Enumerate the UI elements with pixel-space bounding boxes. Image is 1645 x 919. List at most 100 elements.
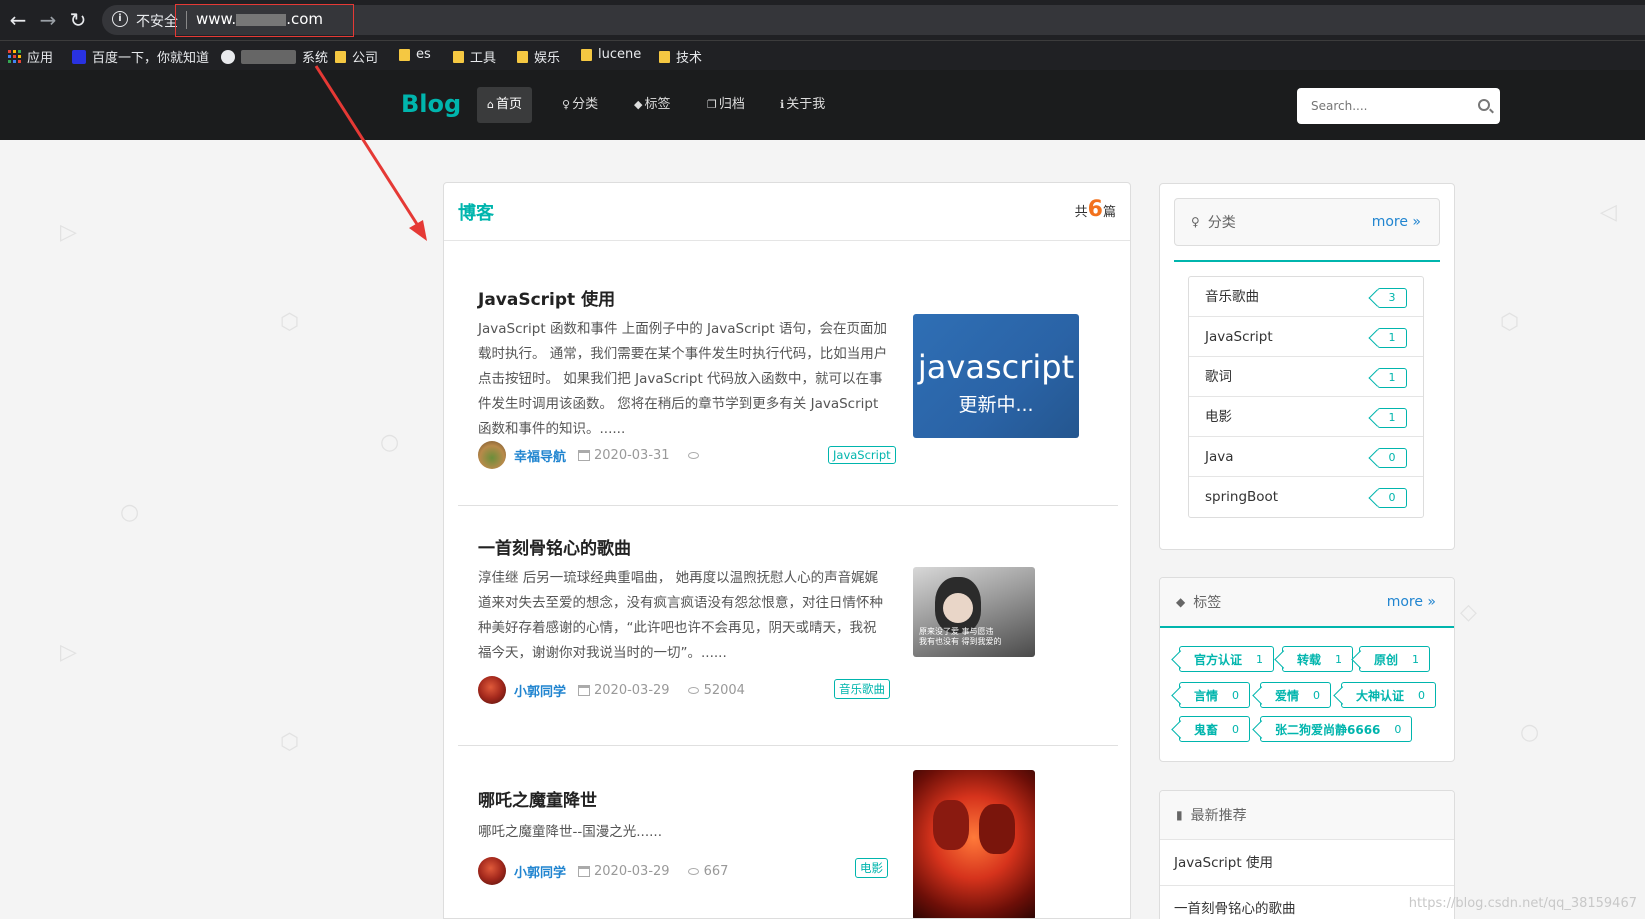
thumb-subtext: 更新中... bbox=[958, 394, 1034, 416]
post-thumbnail[interactable] bbox=[913, 770, 1035, 918]
post-tag[interactable]: 电影 bbox=[855, 858, 888, 878]
bookmark-es[interactable]: es bbox=[399, 47, 431, 62]
nav-label: 归档 bbox=[718, 97, 745, 112]
site-logo[interactable]: Blog bbox=[401, 90, 461, 118]
post-title[interactable]: JavaScript 使用 bbox=[478, 285, 615, 310]
bookmark-company[interactable]: 公司 bbox=[335, 47, 378, 66]
post-tag[interactable]: 音乐歌曲 bbox=[834, 679, 890, 699]
blog-list-header: 博客 共6篇 bbox=[444, 183, 1130, 241]
nav-tags[interactable]: ◆ 标签 bbox=[624, 87, 680, 123]
folder-icon bbox=[517, 50, 528, 63]
tag-item[interactable]: 鬼畜 0 bbox=[1179, 716, 1251, 742]
categories-header: ♀ 分类 more » bbox=[1174, 198, 1440, 246]
avatar[interactable] bbox=[478, 857, 506, 885]
tag-item[interactable]: 爱情 0 bbox=[1260, 682, 1332, 708]
post-description: 淳佳继 后另一琉球经典重唱曲， 她再度以温煦抚慰人心的声音娓娓道来对失去至爱的想… bbox=[478, 570, 883, 661]
nav-label: 首页 bbox=[495, 97, 522, 112]
eye-icon bbox=[687, 686, 699, 694]
nav-categories[interactable]: ♀ 分类 bbox=[552, 87, 608, 123]
category-count: 1 bbox=[1377, 368, 1407, 388]
home-icon: ⌂ bbox=[487, 98, 494, 111]
tag-item[interactable]: 官方认证 1 bbox=[1179, 646, 1275, 672]
post-item[interactable]: 一首刻骨铭心的歌曲 淳佳继 后另一琉球经典重唱曲， 她再度以温煦抚慰人心的声音娓… bbox=[458, 506, 1118, 746]
post-item[interactable]: 哪吒之魔童降世 哪吒之魔童降世--国漫之光...... 小郭同学 2020-03… bbox=[458, 746, 1118, 918]
bg-triangle: ◁ bbox=[1600, 200, 1617, 225]
avatar[interactable] bbox=[478, 676, 506, 704]
blog-list-panel: 博客 共6篇 JavaScript 使用 JavaScript 函数和事件 上面… bbox=[443, 182, 1131, 919]
recommend-title: 最新推荐 bbox=[1190, 808, 1247, 824]
avatar[interactable] bbox=[478, 441, 506, 469]
tag-item[interactable]: 言情 0 bbox=[1179, 682, 1251, 708]
post-author[interactable]: 小郭同学 bbox=[514, 862, 566, 881]
category-item[interactable]: 音乐歌曲 3 bbox=[1189, 277, 1423, 317]
globe-icon bbox=[221, 49, 235, 64]
search-box[interactable] bbox=[1297, 88, 1500, 124]
bg-circle: ○ bbox=[1520, 720, 1540, 745]
bookmark-system[interactable]: 系统 bbox=[221, 47, 328, 66]
post-meta: 幸福导航 2020-03-31 bbox=[478, 441, 704, 469]
info-icon[interactable]: i bbox=[112, 11, 128, 27]
bookmark-entertainment[interactable]: 娱乐 bbox=[517, 47, 560, 66]
forward-icon[interactable]: → bbox=[36, 8, 60, 32]
calendar-icon bbox=[578, 449, 591, 461]
eye-icon bbox=[687, 451, 699, 459]
tag-item[interactable]: 原创 1 bbox=[1359, 646, 1431, 672]
nav-about[interactable]: ℹ 关于我 bbox=[770, 87, 835, 123]
category-count: 1 bbox=[1377, 408, 1407, 428]
bg-circle: ○ bbox=[120, 500, 140, 525]
info-icon: ℹ bbox=[780, 98, 785, 111]
post-date: 2020-03-31 bbox=[594, 447, 670, 463]
thumb-text: javascript bbox=[917, 348, 1075, 386]
post-tag[interactable]: JavaScript bbox=[828, 446, 896, 464]
category-item[interactable]: Java 0 bbox=[1189, 437, 1423, 477]
recommend-item[interactable]: JavaScript 使用 bbox=[1160, 839, 1454, 885]
bg-triangle: ▷ bbox=[60, 220, 77, 245]
category-count: 1 bbox=[1377, 328, 1407, 348]
bg-diamond: ◇ bbox=[1460, 600, 1477, 625]
thumb-figure bbox=[979, 804, 1015, 854]
bookmark-tech[interactable]: 技术 bbox=[659, 47, 702, 66]
post-thumbnail[interactable]: javascript 更新中... bbox=[913, 314, 1079, 438]
bookmark-label: 百度一下，你就知道 bbox=[92, 51, 210, 66]
post-title[interactable]: 一首刻骨铭心的歌曲 bbox=[478, 534, 631, 559]
redacted-text bbox=[241, 49, 296, 64]
back-icon[interactable]: ← bbox=[6, 8, 30, 32]
category-item[interactable]: 电影 1 bbox=[1189, 397, 1423, 437]
post-item[interactable]: JavaScript 使用 JavaScript 函数和事件 上面例子中的 Ja… bbox=[458, 241, 1118, 506]
bookmark-baidu[interactable]: 百度一下，你就知道 bbox=[72, 47, 209, 66]
category-item[interactable]: 歌词 1 bbox=[1189, 357, 1423, 397]
bg-hexagon: ⬡ bbox=[280, 730, 300, 755]
folder-icon bbox=[581, 48, 592, 61]
tag-item[interactable]: 大神认证 0 bbox=[1341, 682, 1437, 708]
post-date: 2020-03-29 bbox=[594, 863, 670, 879]
tags-icon: ◆ bbox=[634, 98, 643, 111]
bookmark-label: 应用 bbox=[27, 51, 54, 66]
post-author[interactable]: 小郭同学 bbox=[514, 681, 566, 700]
tag-item[interactable]: 张二狗爱尚静6666 0 bbox=[1260, 716, 1413, 742]
search-input[interactable] bbox=[1297, 88, 1467, 124]
reload-icon[interactable]: ↻ bbox=[66, 8, 90, 32]
bg-hexagon: ⬡ bbox=[1500, 310, 1520, 335]
category-item[interactable]: JavaScript 1 bbox=[1189, 317, 1423, 357]
categories-more-link[interactable]: more » bbox=[1372, 214, 1421, 230]
category-count: 3 bbox=[1377, 288, 1407, 308]
post-thumbnail[interactable]: 原来没了爱 事与愿违 我有也没有 得到我爱的 bbox=[913, 567, 1035, 657]
nav-archive[interactable]: ❐ 归档 bbox=[697, 87, 755, 123]
bookmark-apps[interactable]: 应用 bbox=[8, 47, 53, 66]
search-icon[interactable] bbox=[1478, 99, 1490, 111]
tags-icon: ◆ bbox=[1176, 595, 1186, 609]
thumb-face bbox=[943, 593, 973, 623]
highlight-box bbox=[175, 4, 354, 37]
nav-label: 标签 bbox=[644, 97, 671, 112]
category-count: 0 bbox=[1377, 448, 1407, 468]
nav-home[interactable]: ⌂ 首页 bbox=[477, 87, 532, 123]
tag-item[interactable]: 转载 1 bbox=[1282, 646, 1354, 672]
bookmark-label: lucene bbox=[598, 47, 642, 62]
folder-icon bbox=[453, 50, 464, 63]
tags-more-link[interactable]: more » bbox=[1387, 594, 1436, 610]
post-author[interactable]: 幸福导航 bbox=[514, 446, 566, 465]
post-title[interactable]: 哪吒之魔童降世 bbox=[478, 786, 597, 811]
bookmark-tools[interactable]: 工具 bbox=[453, 47, 496, 66]
category-item[interactable]: springBoot 0 bbox=[1189, 477, 1423, 517]
bookmark-lucene[interactable]: lucene bbox=[581, 47, 641, 62]
